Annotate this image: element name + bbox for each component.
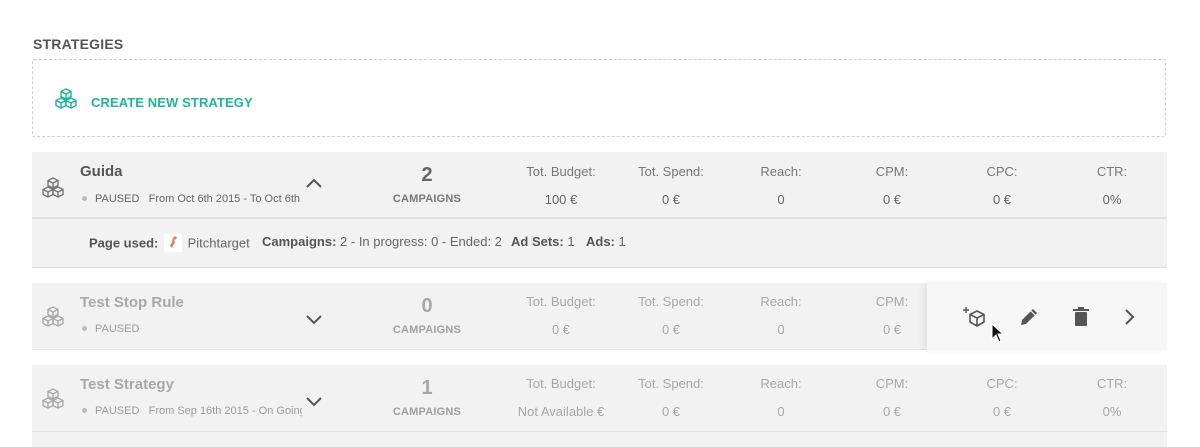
metric-value-budget: 0 € [551, 322, 571, 337]
add-campaign-icon[interactable] [963, 305, 987, 329]
metric-label-spend: Tot. Spend: [638, 376, 704, 391]
strategy-meta: PAUSED [80, 323, 302, 335]
pencil-icon[interactable] [1017, 305, 1041, 329]
metric-label-spend: Tot. Spend: [638, 164, 704, 179]
metric-label-cpm: CPM: [875, 376, 909, 391]
metric-label-reach: Reach: [760, 376, 802, 391]
chevron-right-icon[interactable] [1117, 305, 1141, 329]
page-used: Page used: Pitchtarget [89, 234, 250, 254]
adsets-value: 1 [567, 234, 575, 249]
ads-summary: Ads: 1 [586, 234, 626, 249]
metric-label-cpm: CPM: [875, 164, 909, 179]
campaigns-summary: Campaigns: 2 - In progress: 0 - Ended: 2 [262, 234, 502, 249]
cubes-icon [42, 306, 64, 333]
metric-label-budget: Tot. Budget: [526, 294, 596, 309]
metric-value-spend: 0 € [661, 322, 681, 337]
metric-value-reach: 0 [777, 192, 785, 207]
cubes-icon [42, 388, 64, 415]
campaigns-label: CAMPAIGNS [392, 324, 462, 336]
next-row-edge [32, 432, 1167, 447]
page-avatar-icon [163, 234, 182, 252]
strategy-row[interactable]: Guida PAUSED From Oct 6th 2015 - To Oct … [32, 152, 1167, 218]
strategy-dates: From Oct 6th 2015 - To Oct 6th [148, 193, 301, 205]
strategy-name[interactable]: Test Stop Rule [80, 294, 184, 311]
metric-label-cpc: CPC: [986, 376, 1018, 391]
strategy-dates: From Sep 16th 2015 - On Going [148, 405, 302, 417]
metric-value-cpm: 0 € [882, 404, 902, 419]
status-badge: PAUSED [95, 193, 140, 205]
row-actions [927, 283, 1167, 350]
metric-value-spend: 0 € [661, 404, 681, 419]
metric-value-cpm: 0 € [882, 192, 902, 207]
chevron-up-icon[interactable] [304, 174, 324, 194]
campaigns-count: 1 [421, 377, 433, 399]
metric-label-budget: Tot. Budget: [526, 164, 596, 179]
metric-label-cpc: CPC: [986, 164, 1018, 179]
strategy-meta: PAUSED From Oct 6th 2015 - To Oct 6th [80, 193, 302, 205]
metric-label-budget: Tot. Budget: [526, 376, 596, 391]
metric-label-reach: Reach: [760, 294, 802, 309]
strategy-name[interactable]: Guida [80, 163, 123, 180]
metric-value-budget: 100 € [544, 192, 578, 207]
chevron-down-icon[interactable] [304, 391, 324, 411]
status-badge: PAUSED [95, 323, 140, 335]
strategy-row[interactable]: Test Strategy PAUSED From Sep 16th 2015 … [32, 365, 1167, 432]
metric-label-ctr: CTR: [1096, 376, 1128, 391]
status-badge: PAUSED [95, 405, 140, 417]
campaigns-label: CAMPAIGNS [392, 193, 462, 205]
metric-value-reach: 0 [777, 404, 785, 419]
section-title: STRATEGIES [33, 36, 124, 52]
campaigns-label: CAMPAIGNS [392, 406, 462, 418]
metric-value-reach: 0 [777, 322, 785, 337]
metric-value-spend: 0 € [661, 192, 681, 207]
page-name[interactable]: Pitchtarget [188, 235, 250, 250]
cubes-icon [42, 177, 64, 204]
create-strategy-button[interactable]: CREATE NEW STRATEGY [32, 59, 1166, 137]
campaigns-count: 2 [421, 164, 433, 186]
ads-label: Ads: [586, 234, 615, 249]
metric-value-ctr: 0% [1102, 404, 1122, 419]
status-dot [82, 326, 87, 332]
adsets-label: Ad Sets: [511, 234, 564, 249]
strategy-details: Page used: Pitchtarget Campaigns: 2 - In… [32, 218, 1167, 268]
metric-label-reach: Reach: [760, 164, 802, 179]
metric-label-spend: Tot. Spend: [638, 294, 704, 309]
strategy-meta: PAUSED From Sep 16th 2015 - On Going [80, 405, 302, 417]
campaigns-count: 0 [421, 295, 433, 317]
metric-label-ctr: CTR: [1096, 164, 1128, 179]
adsets-summary: Ad Sets: 1 [511, 234, 575, 249]
create-strategy-label: CREATE NEW STRATEGY [91, 95, 253, 110]
metric-value-cpc: 0 € [992, 192, 1012, 207]
cubes-icon [55, 88, 77, 115]
status-dot [82, 408, 87, 414]
metric-value-ctr: 0% [1102, 192, 1122, 207]
metric-value-cpc: 0 € [992, 404, 1012, 419]
campaigns-summary-label: Campaigns: [262, 234, 337, 249]
trash-icon[interactable] [1069, 305, 1093, 329]
page-used-label: Page used: [89, 235, 159, 251]
strategy-name[interactable]: Test Strategy [80, 376, 174, 393]
mouse-cursor-icon [991, 322, 1005, 348]
status-dot [82, 196, 87, 202]
metric-value-budget: Not Available € [517, 404, 605, 419]
campaigns-summary-text: 2 - In progress: 0 - Ended: 2 [340, 234, 502, 249]
chevron-down-icon[interactable] [304, 309, 324, 329]
ads-value: 1 [618, 234, 626, 249]
